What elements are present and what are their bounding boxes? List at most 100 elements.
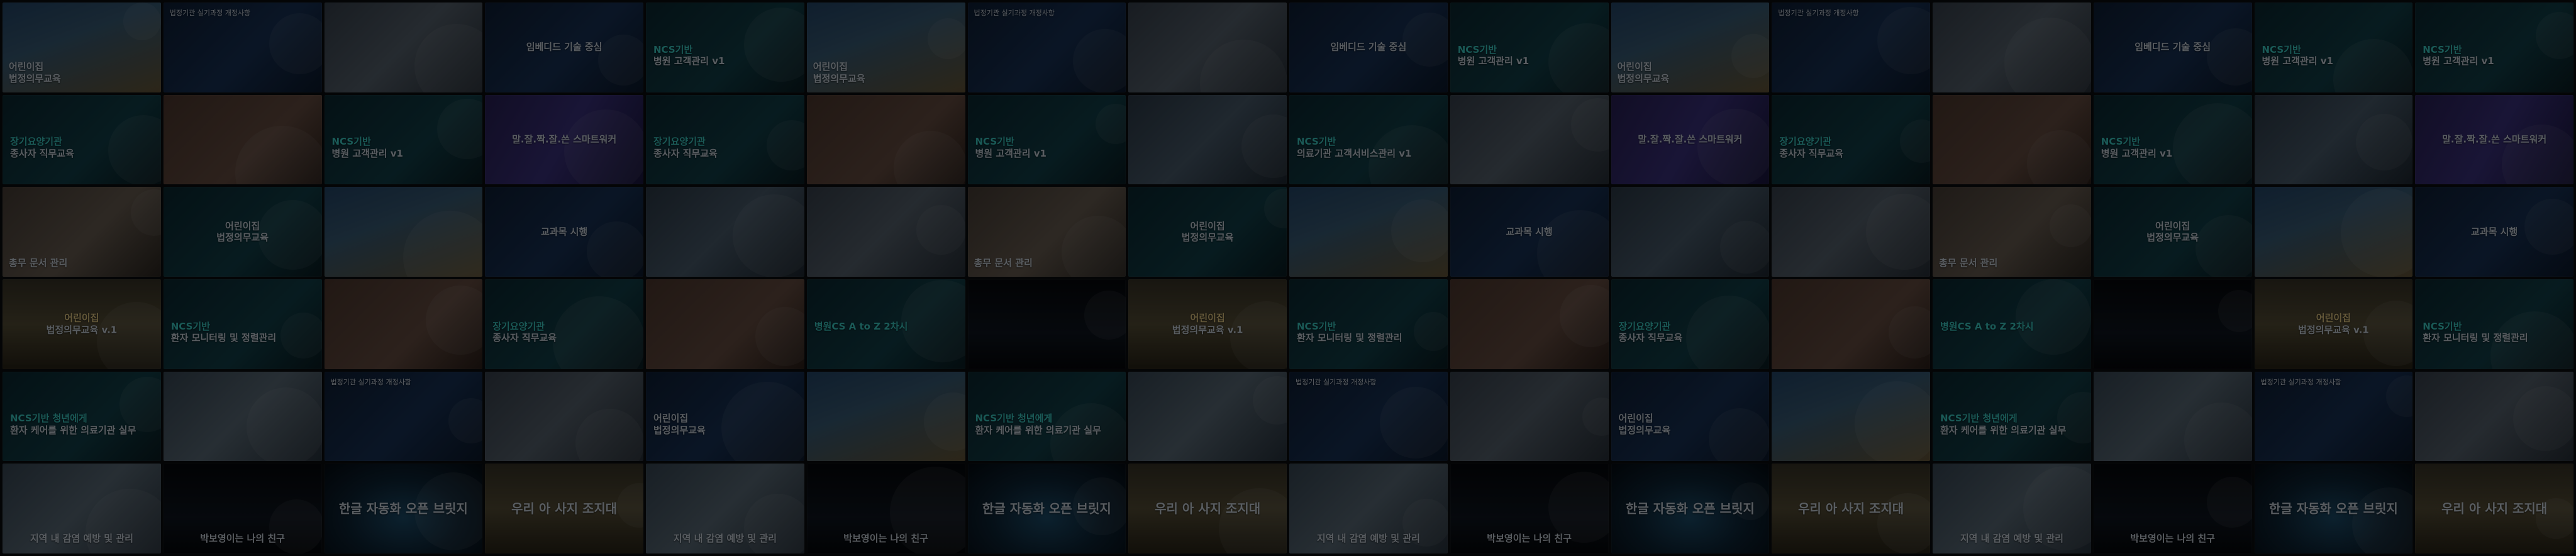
course-thumbnail[interactable]	[1933, 94, 2091, 185]
course-thumbnail[interactable]	[1450, 371, 1609, 462]
course-thumbnail[interactable]: 어린이집 법정의무교육 v.1	[3, 279, 161, 369]
course-thumbnail[interactable]: NCS기반 청년에게 환자 케어를 위한 의료기관 실무	[967, 371, 1126, 462]
course-thumbnail[interactable]: 법정기관 실기과정 개정사항	[967, 3, 1126, 92]
course-thumbnail[interactable]: 말.잘.짝.잘.쓴 스마트워커	[1611, 94, 1770, 185]
course-thumbnail[interactable]: NCS기반 병원 고객관리 v1	[646, 3, 804, 92]
course-thumbnail[interactable]	[1128, 94, 1287, 185]
course-thumbnail[interactable]: 어린이집 법정의무교육	[3, 3, 161, 92]
course-thumbnail[interactable]: 한글 자동화 오픈 브릿지	[2254, 464, 2413, 553]
course-thumbnail[interactable]	[1772, 279, 1930, 369]
course-thumbnail[interactable]	[806, 94, 965, 185]
course-thumbnail[interactable]: 법정기관 실기과정 개정사항	[1772, 3, 1930, 92]
course-thumbnail[interactable]	[1772, 187, 1930, 277]
course-thumbnail[interactable]: 교과목 시행	[2415, 187, 2573, 277]
thumbnail-title: 총무 문서 관리	[974, 257, 1033, 269]
course-thumbnail[interactable]	[163, 371, 322, 462]
course-thumbnail[interactable]: 장기요양기관 종사자 직무교육	[1772, 94, 1930, 185]
course-thumbnail[interactable]: 박보영이는 나의 친구	[1450, 464, 1609, 553]
course-thumbnail[interactable]	[2415, 371, 2573, 462]
course-thumbnail[interactable]: 우리 아 사지 조지대	[1772, 464, 1930, 553]
course-thumbnail[interactable]: 박보영이는 나의 친구	[163, 464, 322, 553]
course-thumbnail[interactable]: 지역 내 감염 예방 및 관리	[3, 464, 161, 553]
course-thumbnail[interactable]: 우리 아 사지 조지대	[2415, 464, 2573, 553]
course-thumbnail[interactable]: NCS기반 병원 고객관리 v1	[324, 94, 483, 185]
course-thumbnail[interactable]: NCS기반 병원 고객관리 v1	[2093, 94, 2252, 185]
course-thumbnail[interactable]: 어린이집 법정의무교육 v.1	[2254, 279, 2413, 369]
course-thumbnail[interactable]	[324, 187, 483, 277]
thumbnail-title-line: 한글 자동화 오픈 브릿지	[338, 501, 468, 516]
course-thumbnail[interactable]: 장기요양기관 종사자 직무교육	[485, 279, 643, 369]
course-thumbnail[interactable]: 어린이집 법정의무교육 v.1	[1128, 279, 1287, 369]
course-thumbnail[interactable]	[806, 371, 965, 462]
course-thumbnail[interactable]: 우리 아 사지 조지대	[1128, 464, 1287, 553]
course-thumbnail[interactable]	[967, 279, 1126, 369]
course-thumbnail[interactable]: 총무 문서 관리	[3, 187, 161, 277]
course-thumbnail[interactable]	[646, 279, 804, 369]
course-thumbnail[interactable]: 임베디드 기술 중심	[2093, 3, 2252, 92]
course-thumbnail[interactable]: 병원CS A to Z 2차시	[806, 279, 965, 369]
course-thumbnail[interactable]: 박보영이는 나의 친구	[806, 464, 965, 553]
thumbnail-title: NCS기반 병원 고객관리 v1	[332, 136, 403, 160]
course-thumbnail[interactable]: NCS기반 병원 고객관리 v1	[2254, 3, 2413, 92]
course-thumbnail[interactable]: 말.잘.짝.잘.쓴 스마트워커	[485, 94, 643, 185]
course-thumbnail[interactable]: 박보영이는 나의 친구	[2093, 464, 2252, 553]
course-thumbnail[interactable]: 한글 자동화 오픈 브릿지	[1611, 464, 1770, 553]
course-thumbnail[interactable]: 어린이집 법정의무교육	[1611, 371, 1770, 462]
course-thumbnail[interactable]	[1611, 187, 1770, 277]
course-thumbnail[interactable]: NCS기반 청년에게 환자 케어를 위한 의료기관 실무	[1933, 371, 2091, 462]
course-thumbnail[interactable]	[1933, 3, 2091, 92]
course-thumbnail[interactable]	[2254, 187, 2413, 277]
course-thumbnail[interactable]: 지역 내 감염 예방 및 관리	[1289, 464, 1448, 553]
course-thumbnail[interactable]	[646, 187, 804, 277]
course-thumbnail[interactable]: 장기요양기관 종사자 직무교육	[1611, 279, 1770, 369]
course-thumbnail[interactable]: 병원CS A to Z 2차시	[1933, 279, 2091, 369]
course-thumbnail[interactable]	[1128, 3, 1287, 92]
course-thumbnail[interactable]: NCS기반 환자 모니터링 및 정렬관리	[163, 279, 322, 369]
course-thumbnail[interactable]: 우리 아 사지 조지대	[485, 464, 643, 553]
course-thumbnail[interactable]	[163, 94, 322, 185]
course-thumbnail[interactable]: 법정기관 실기과정 개정사항	[324, 371, 483, 462]
course-thumbnail[interactable]: 어린이집 법정의무교육	[2093, 187, 2252, 277]
course-thumbnail[interactable]	[485, 371, 643, 462]
course-thumbnail[interactable]: 총무 문서 관리	[1933, 187, 2091, 277]
course-thumbnail[interactable]: 법정기관 실기과정 개정사항	[163, 3, 322, 92]
course-thumbnail[interactable]: 말.잘.짝.잘.쓴 스마트워커	[2415, 94, 2573, 185]
course-thumbnail[interactable]: 법정기관 실기과정 개정사항	[2254, 371, 2413, 462]
course-thumbnail[interactable]	[806, 187, 965, 277]
course-thumbnail[interactable]: 한글 자동화 오픈 브릿지	[967, 464, 1126, 553]
course-thumbnail[interactable]: 어린이집 법정의무교육	[646, 371, 804, 462]
course-thumbnail[interactable]: 임베디드 기술 중심	[1289, 3, 1448, 92]
course-thumbnail[interactable]	[324, 3, 483, 92]
course-thumbnail[interactable]: NCS기반 병원 고객관리 v1	[967, 94, 1126, 185]
course-thumbnail[interactable]	[1289, 187, 1448, 277]
course-thumbnail[interactable]: 교과목 시행	[1450, 187, 1609, 277]
course-thumbnail[interactable]: 법정기관 실기과정 개정사항	[1289, 371, 1448, 462]
course-thumbnail[interactable]: NCS기반 청년에게 환자 케어를 위한 의료기관 실무	[3, 371, 161, 462]
course-thumbnail[interactable]	[1450, 94, 1609, 185]
course-thumbnail[interactable]	[324, 279, 483, 369]
course-thumbnail[interactable]: NCS기반 의료기관 고객서비스관리 v1	[1289, 94, 1448, 185]
course-thumbnail[interactable]: NCS기반 환자 모니터링 및 정렬관리	[1289, 279, 1448, 369]
course-thumbnail[interactable]: NCS기반 병원 고객관리 v1	[1450, 3, 1609, 92]
course-thumbnail[interactable]: 총무 문서 관리	[967, 187, 1126, 277]
course-thumbnail[interactable]	[2093, 371, 2252, 462]
course-thumbnail[interactable]	[1450, 279, 1609, 369]
course-thumbnail[interactable]	[2093, 279, 2252, 369]
course-thumbnail[interactable]	[2254, 94, 2413, 185]
course-thumbnail[interactable]: NCS기반 환자 모니터링 및 정렬관리	[2415, 279, 2573, 369]
course-thumbnail[interactable]: 어린이집 법정의무교육	[1128, 187, 1287, 277]
course-thumbnail[interactable]: NCS기반 병원 고객관리 v1	[2415, 3, 2573, 92]
course-thumbnail[interactable]: 어린이집 법정의무교육	[163, 187, 322, 277]
course-thumbnail[interactable]: 어린이집 법정의무교육	[1611, 3, 1770, 92]
course-thumbnail[interactable]: 지역 내 감염 예방 및 관리	[646, 464, 804, 553]
course-thumbnail[interactable]	[1128, 371, 1287, 462]
course-thumbnail[interactable]: 지역 내 감염 예방 및 관리	[1933, 464, 2091, 553]
course-thumbnail[interactable]: 장기요양기관 종사자 직무교육	[3, 94, 161, 185]
course-thumbnail[interactable]	[1772, 371, 1930, 462]
course-thumbnail[interactable]: 교과목 시행	[485, 187, 643, 277]
course-thumbnail[interactable]: 임베디드 기술 중심	[485, 3, 643, 92]
course-thumbnail[interactable]: 어린이집 법정의무교육	[806, 3, 965, 92]
thumbnail-title-line: NCS기반	[1457, 43, 1497, 55]
course-thumbnail[interactable]: 한글 자동화 오픈 브릿지	[324, 464, 483, 553]
course-thumbnail[interactable]: 장기요양기관 종사자 직무교육	[646, 94, 804, 185]
